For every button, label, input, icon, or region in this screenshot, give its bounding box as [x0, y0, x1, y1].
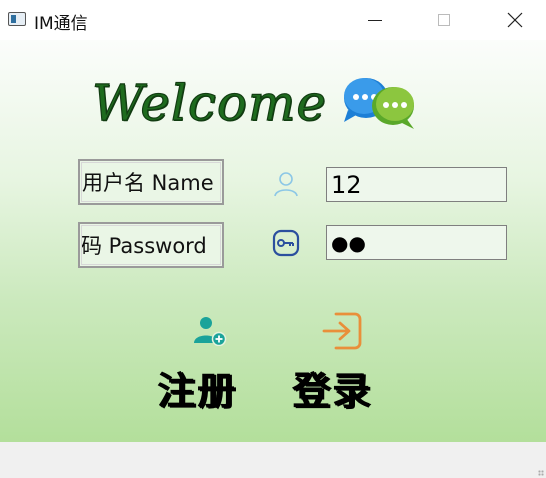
- maximize-icon: [438, 14, 450, 26]
- chat-bubbles-icon: [344, 78, 414, 129]
- key-icon: [272, 229, 300, 257]
- minimize-icon: [368, 19, 382, 21]
- login-arrow-icon[interactable]: [322, 310, 364, 352]
- password-input-value: ●●: [331, 231, 366, 255]
- title-bar: IM通信: [0, 0, 546, 40]
- close-icon: [507, 12, 523, 28]
- name-label-button[interactable]: 用户名 Name: [78, 159, 224, 205]
- name-input-value: 12: [331, 171, 362, 199]
- resize-grip[interactable]: [538, 470, 544, 476]
- maximize-button[interactable]: [421, 0, 467, 40]
- user-icon: [274, 172, 298, 197]
- minimize-button[interactable]: [352, 0, 398, 40]
- password-label-text: 密码 Password: [80, 234, 207, 258]
- window-title: IM通信: [34, 14, 88, 34]
- close-button[interactable]: [492, 0, 538, 40]
- password-label-button[interactable]: 密码 Password: [78, 222, 224, 268]
- app-window-icon: [8, 12, 26, 26]
- add-user-icon[interactable]: [193, 316, 227, 346]
- name-input[interactable]: 12: [326, 167, 507, 202]
- welcome-heading: Welcome: [91, 74, 328, 132]
- name-label-text: 用户名 Name: [82, 171, 214, 195]
- password-input[interactable]: ●●: [326, 225, 507, 260]
- register-button[interactable]: 注册: [157, 360, 237, 415]
- login-button[interactable]: 登录: [292, 360, 372, 415]
